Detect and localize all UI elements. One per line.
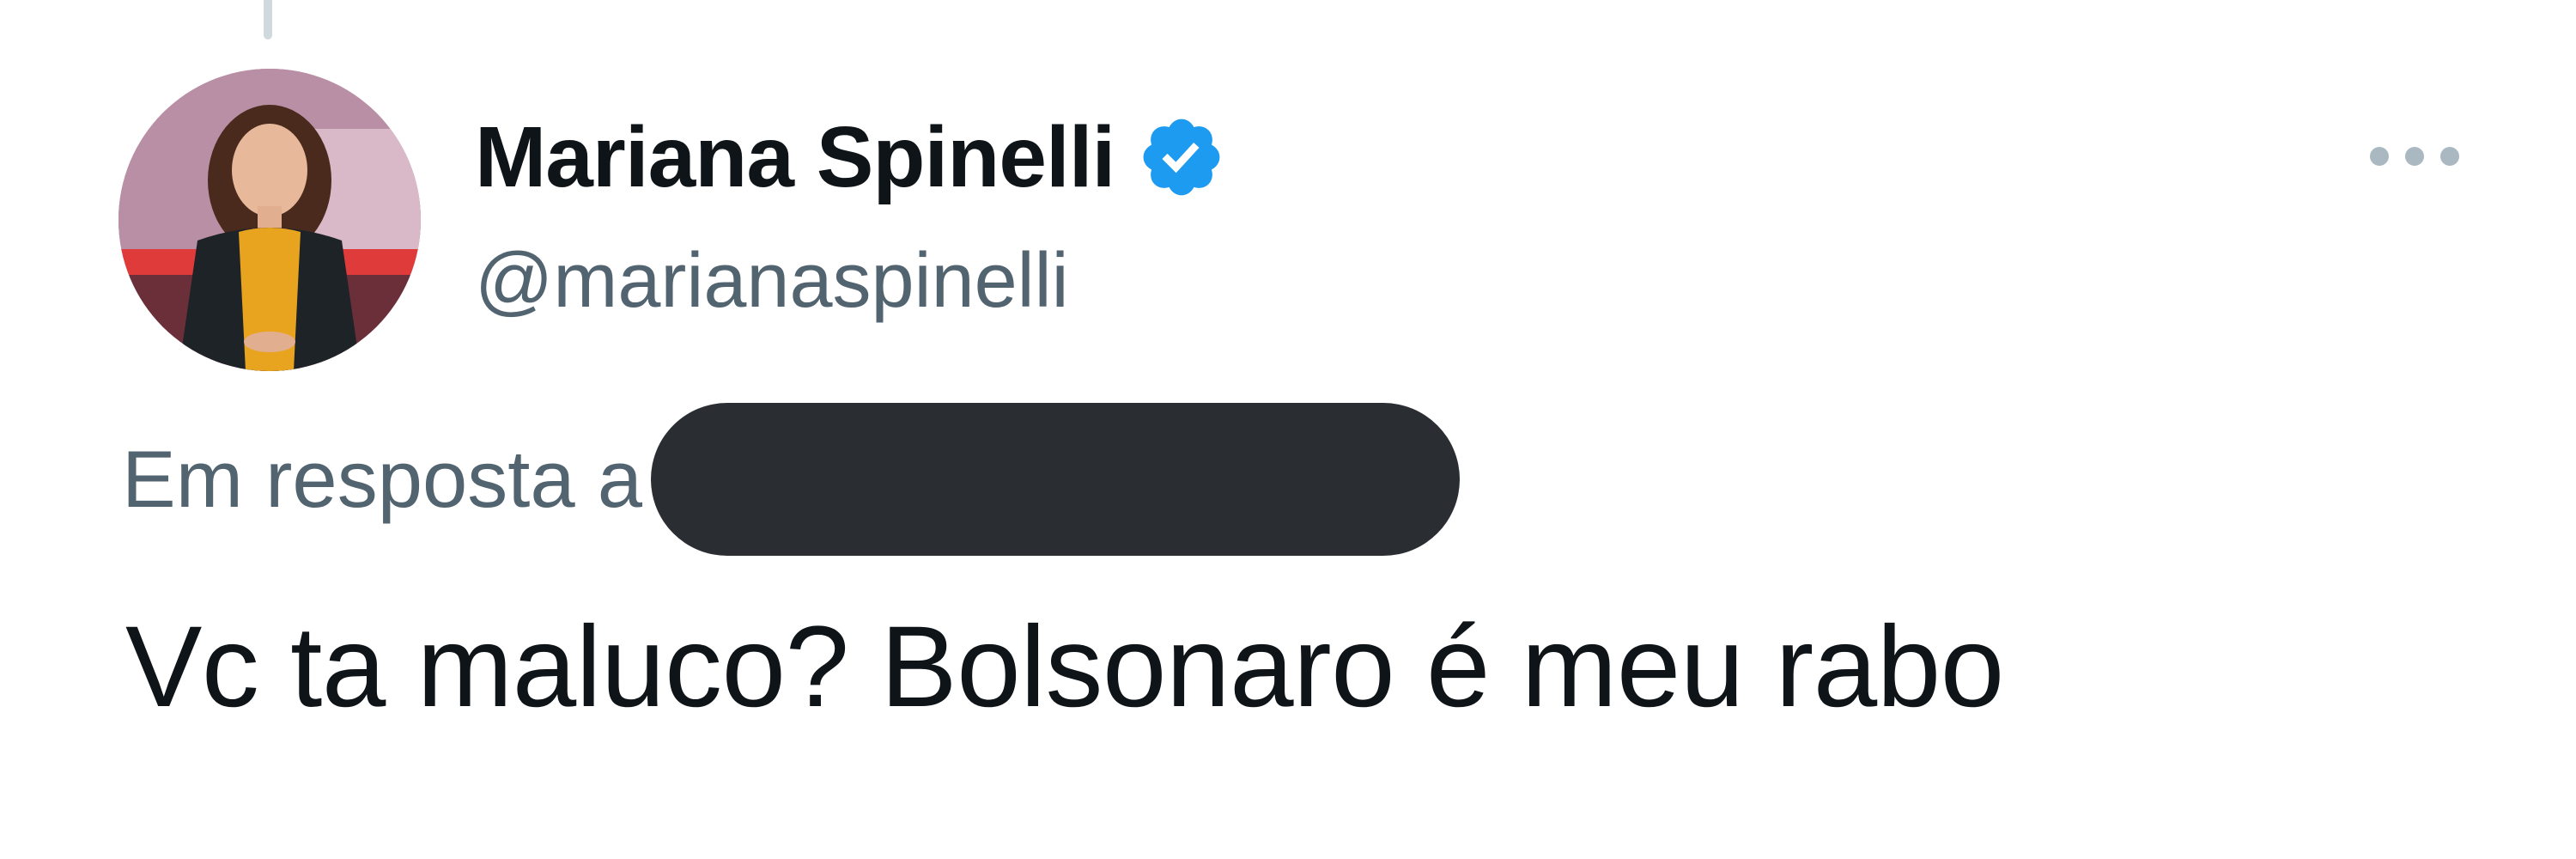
avatar[interactable] [118,69,421,371]
dot [2440,147,2459,166]
verified-badge-icon [1137,113,1226,202]
profile-photo [118,69,421,371]
ellipsis-icon[interactable] [2370,137,2459,175]
author-handle[interactable]: @marianaspinelli [475,237,1069,326]
author-display-name[interactable]: Mariana Spinelli [475,108,1115,207]
dot [2370,147,2389,166]
reply-to-label: Em resposta a [122,434,643,524]
author-name-row: Mariana Spinelli [475,101,1226,213]
redacted-username [651,403,1461,556]
thread-connector-line [264,0,272,40]
tweet-text: Vc ta maluco? Bolsonaro é meu rabo [125,603,2004,731]
reply-context: Em resposta a [122,402,1461,557]
dot [2405,147,2424,166]
